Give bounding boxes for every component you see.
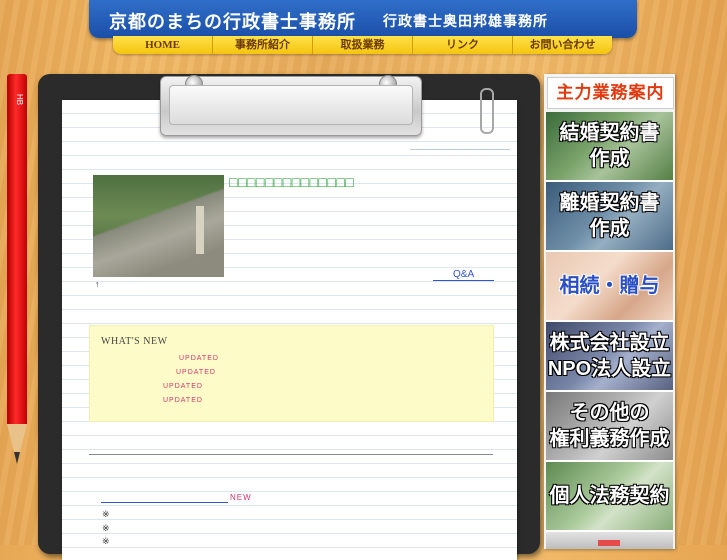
- nav-home[interactable]: HOME: [113, 36, 213, 54]
- paperclip-icon: [480, 88, 494, 134]
- clip-plate: [169, 85, 413, 125]
- clipboard-clip: [160, 75, 422, 136]
- site-header: 京都のまちの行政書士事務所 行政書士奥田邦雄事務所: [89, 0, 637, 38]
- sidebar-item-label: 相続・贈与: [559, 275, 660, 297]
- nav-contact[interactable]: お問い合わせ: [513, 36, 612, 54]
- services-sidebar: 主力業務案内 結婚契約書 作成 離婚契約書 作成 相続・贈与 株式会社設立 NP…: [544, 74, 675, 549]
- sidebar-title: 主力業務案内: [547, 77, 674, 109]
- updated-badge: UPDATED: [163, 397, 203, 404]
- temple-photo: [93, 175, 224, 277]
- sidebar-item-company-setup[interactable]: 株式会社設立 NPO法人設立: [546, 322, 673, 392]
- sidebar-item-personal-legal[interactable]: 個人法務契約: [546, 462, 673, 532]
- whats-new-box: WHAT'S NEW UPDATED UPDATED UPDATED UPDAT…: [89, 325, 494, 422]
- bullet-mark: ※: [102, 536, 110, 546]
- sidebar-item-label: 離婚契約書 作成: [559, 192, 660, 240]
- sidebar-item-label: 株式会社設立 NPO法人設立: [547, 332, 672, 380]
- up-arrow-mark: ↑: [95, 279, 100, 289]
- nav-services[interactable]: 取扱業務: [313, 36, 413, 54]
- updated-badge: UPDATED: [179, 355, 219, 362]
- sidebar-item-marriage-contract[interactable]: 結婚契約書 作成: [546, 112, 673, 182]
- pencil-body: HB: [7, 74, 27, 424]
- updated-badge: UPDATED: [163, 383, 203, 390]
- sidebar-item-other-rights[interactable]: その他の 権利義務作成: [546, 392, 673, 462]
- sidebar-item-label: 個人法務契約: [549, 485, 670, 507]
- news-link[interactable]: [101, 495, 228, 503]
- sidebar-item-label: その他の 権利義務作成: [549, 402, 670, 450]
- site-subtitle: 行政書士奥田邦雄事務所: [383, 13, 548, 29]
- bullet-mark: ※: [102, 523, 110, 533]
- sidebar-item-inheritance[interactable]: 相続・贈与: [546, 252, 673, 322]
- whats-new-title: WHAT'S NEW: [101, 336, 168, 347]
- sidebar-next-mark: [598, 540, 620, 546]
- qa-link[interactable]: Q&A: [433, 269, 495, 281]
- nav-links[interactable]: リンク: [413, 36, 513, 54]
- pencil-lead: [14, 452, 20, 464]
- main-nav: HOME 事務所紹介 取扱業務 リンク お問い合わせ: [113, 36, 612, 54]
- paper-top-line: [410, 149, 510, 150]
- pencil-label: HB: [15, 94, 24, 106]
- sidebar-item-label: 結婚契約書 作成: [559, 122, 660, 170]
- site-title[interactable]: 京都のまちの行政書士事務所: [109, 8, 356, 34]
- updated-badge: UPDATED: [176, 369, 216, 376]
- sidebar-next-item[interactable]: [546, 532, 673, 549]
- photo-signpost: [196, 206, 204, 254]
- new-badge: NEW: [230, 493, 252, 502]
- pencil-decoration: HB: [1, 74, 35, 464]
- nav-office-intro[interactable]: 事務所紹介: [213, 36, 313, 54]
- bullet-mark: ※: [102, 509, 110, 519]
- main-heading: □□□□□□□□□□□□□□: [229, 174, 355, 190]
- sidebar-item-divorce-contract[interactable]: 離婚契約書 作成: [546, 182, 673, 252]
- section-divider: [89, 454, 493, 455]
